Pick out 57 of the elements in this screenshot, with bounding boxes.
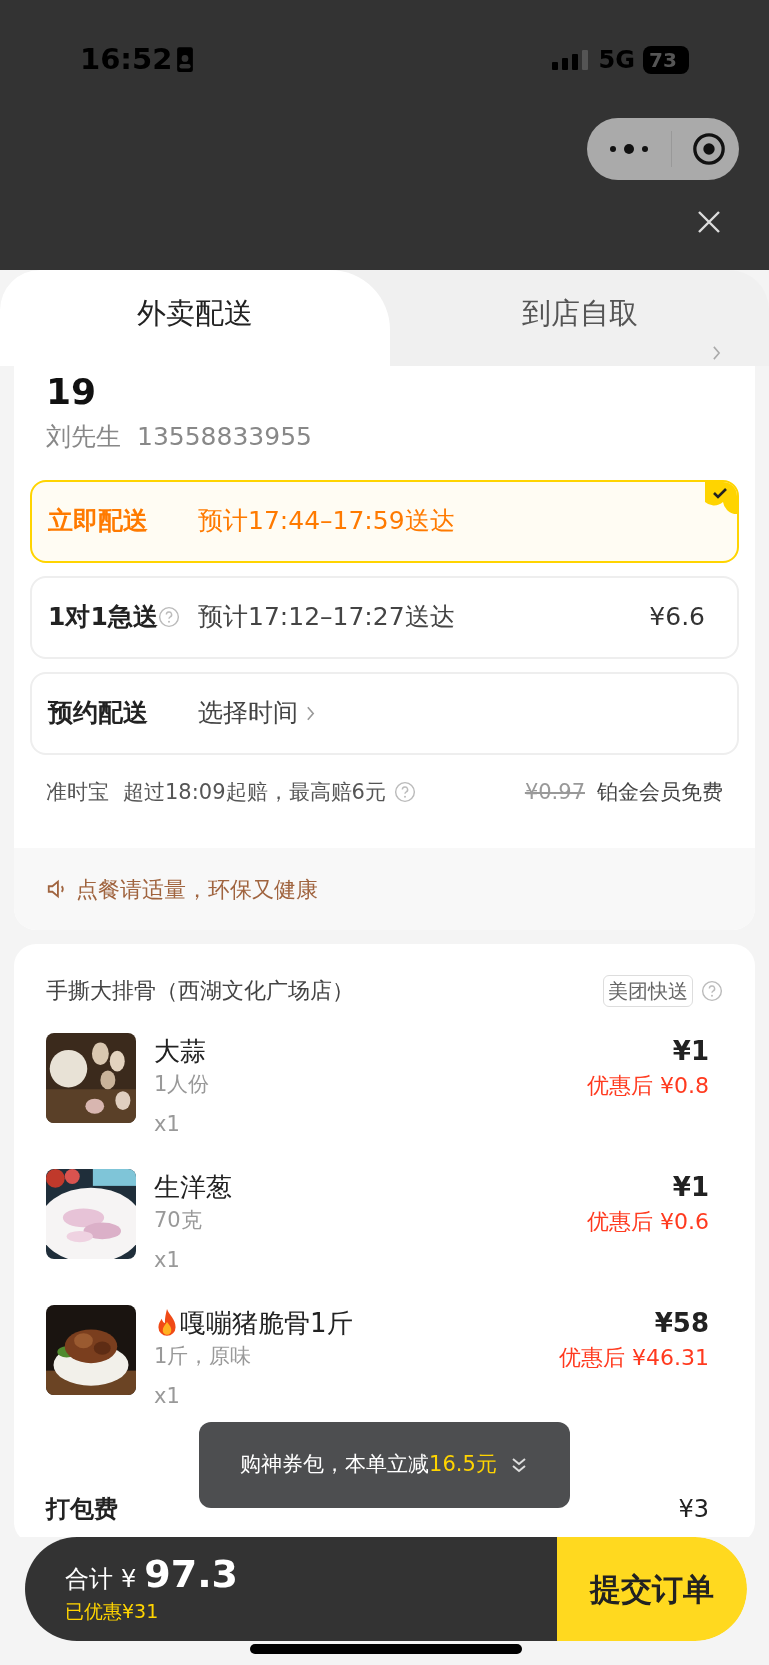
submit-order-button[interactable]: 提交订单 xyxy=(557,1537,747,1641)
guarantee-name: 准时宝 xyxy=(46,778,109,806)
item-spec: 1人份 xyxy=(154,1071,210,1098)
help-icon[interactable] xyxy=(157,606,180,628)
tab[interactable]: 到店自取 xyxy=(390,270,769,366)
guarantee-terms: 超过18:09起赔，最高赔6元 xyxy=(123,778,386,806)
item-spec: 1斤，原味 xyxy=(154,1343,253,1370)
option-eta: 预计17:44–17:59送达 xyxy=(198,505,455,538)
signal-icon xyxy=(550,47,591,72)
option-title: 预约配送 xyxy=(48,697,148,730)
more-icon[interactable] xyxy=(609,144,649,154)
member-note: 铂金会员免费 xyxy=(597,778,723,806)
discounted-price: 优惠后 ¥46.31 xyxy=(559,1344,709,1372)
discounted-price: 优惠后 ¥0.8 xyxy=(587,1072,709,1100)
item-price: ¥58 xyxy=(654,1307,709,1340)
target-icon[interactable] xyxy=(692,132,726,166)
total-amount: 97.3 xyxy=(144,1552,239,1597)
item-quantity: x1 xyxy=(154,1246,181,1274)
saved-amount: 已优惠¥31 xyxy=(65,1599,160,1625)
item-quantity: x1 xyxy=(154,1110,181,1138)
total-label: 合计 xyxy=(65,1564,113,1596)
old-price: ¥0.97 xyxy=(524,778,585,806)
item-price: ¥1 xyxy=(672,1035,709,1068)
option-title: 1对1急送 xyxy=(48,601,158,634)
item-name: 生洋葱 xyxy=(154,1171,232,1204)
item-name: 嘎嘣猪脆骨1斤 xyxy=(180,1307,353,1340)
help-icon[interactable] xyxy=(701,979,723,1002)
address-title: 19 xyxy=(46,370,97,414)
battery-icon: 73 xyxy=(643,45,689,74)
chevron-right-icon[interactable] xyxy=(712,346,721,360)
chevron-right-icon xyxy=(306,705,315,721)
contact-phone: 13558833955 xyxy=(137,421,312,453)
discounted-price: 优惠后 ¥0.6 xyxy=(587,1208,709,1236)
option-title: 立即配送 xyxy=(48,505,148,538)
toast-text: 购神券包，本单立减16.5元 xyxy=(240,1451,497,1479)
option-eta: 选择时间 xyxy=(198,697,298,730)
tip-text: 点餐请适量，环保又健康 xyxy=(76,875,318,904)
id-card-icon xyxy=(176,46,195,74)
check-icon xyxy=(705,481,737,514)
contact-name: 刘先生 xyxy=(46,421,121,453)
help-icon[interactable] xyxy=(393,781,416,804)
item-quantity: x1 xyxy=(154,1382,181,1410)
delivery-option[interactable]: 预约配送 选择时间 xyxy=(30,671,739,755)
option-eta: 预计17:12–17:27送达 xyxy=(198,601,455,634)
tab[interactable]: 外卖配送 xyxy=(0,270,390,366)
delivery-option[interactable]: 1对1急送 预计17:12–17:27送达 ¥6.6 xyxy=(30,575,739,659)
item-name: 大蒜 xyxy=(154,1035,206,1068)
packing-fee-price: ¥3 xyxy=(678,1494,709,1525)
delivery-badge: 美团快送 xyxy=(603,974,693,1007)
item-spec: 70克 xyxy=(154,1207,203,1234)
store-name: 手撕大排骨（西湖文化广场店） xyxy=(46,977,354,1005)
close-icon[interactable] xyxy=(697,210,721,234)
currency-symbol: ¥ xyxy=(121,1564,137,1596)
coupon-toast[interactable]: 购神券包，本单立减16.5元 xyxy=(199,1422,570,1508)
item-price: ¥1 xyxy=(672,1171,709,1204)
packing-fee-label: 打包费 xyxy=(46,1494,118,1525)
option-price: ¥6.6 xyxy=(649,601,705,634)
